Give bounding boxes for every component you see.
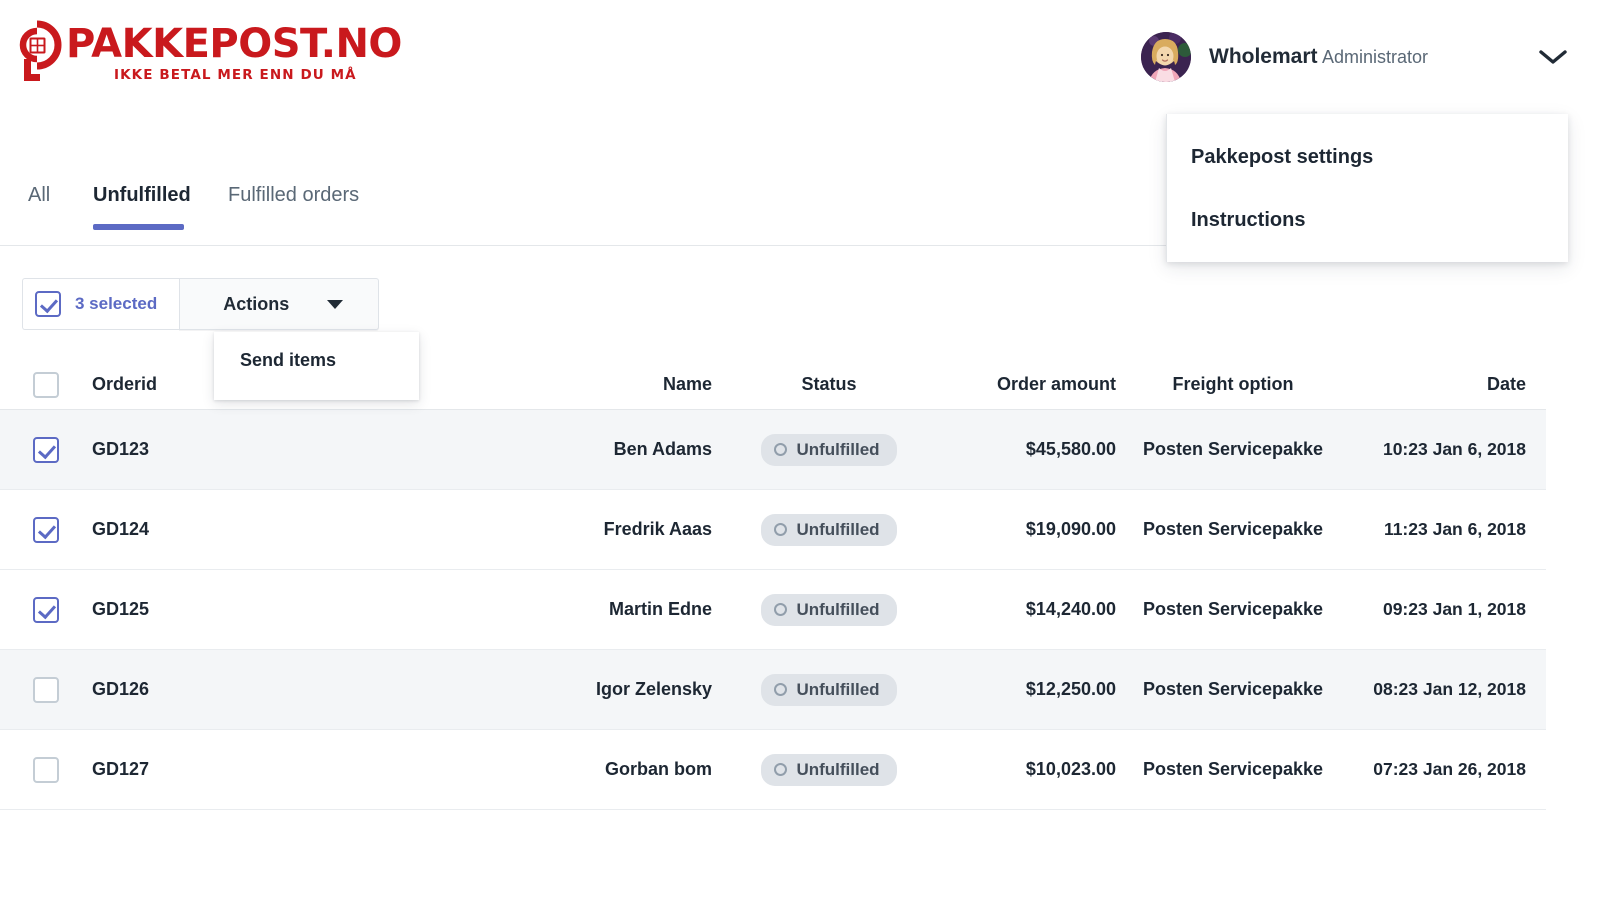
row-select-cell bbox=[0, 677, 92, 703]
actions-button[interactable]: Actions bbox=[179, 278, 379, 330]
table-row[interactable]: GD125 Martin Edne Unfulfilled $14,240.00… bbox=[0, 570, 1546, 650]
cell-status: Unfulfilled bbox=[722, 434, 936, 466]
brand-tagline: IKKE BETAL MER ENN DU MÅ bbox=[114, 69, 402, 83]
cell-order-amount: $10,023.00 bbox=[936, 759, 1128, 780]
circle-outline-icon bbox=[774, 763, 787, 776]
row-select-cell bbox=[0, 517, 92, 543]
cell-status: Unfulfilled bbox=[722, 514, 936, 546]
row-checkbox[interactable] bbox=[33, 517, 59, 543]
circle-outline-icon bbox=[774, 603, 787, 616]
actions-button-label: Actions bbox=[223, 294, 289, 315]
cell-status: Unfulfilled bbox=[722, 674, 936, 706]
status-badge-label: Unfulfilled bbox=[796, 760, 879, 780]
chevron-down-icon bbox=[327, 300, 343, 309]
circle-outline-icon bbox=[774, 683, 787, 696]
row-checkbox[interactable] bbox=[33, 597, 59, 623]
cell-status: Unfulfilled bbox=[722, 754, 936, 786]
table-row[interactable]: GD124 Fredrik Aaas Unfulfilled $19,090.0… bbox=[0, 490, 1546, 570]
orders-table: Orderid Name Status Order amount Freight… bbox=[0, 360, 1546, 810]
status-badge: Unfulfilled bbox=[761, 434, 896, 466]
cell-name: Gorban bom bbox=[302, 759, 722, 780]
column-header-date[interactable]: Date bbox=[1338, 374, 1546, 395]
row-checkbox[interactable] bbox=[33, 437, 59, 463]
user-name: Wholemart bbox=[1209, 45, 1318, 68]
brand-logo[interactable]: PAKKEPOST.NO IKKE BETAL MER ENN DU MÅ bbox=[10, 18, 402, 88]
selected-count-label: 3 selected bbox=[75, 294, 157, 314]
header-select-all-checkbox[interactable] bbox=[33, 372, 59, 398]
cell-freight-option: Posten Servicepakke bbox=[1128, 679, 1338, 700]
menu-item-send-items[interactable]: Send items bbox=[240, 350, 336, 371]
status-badge-label: Unfulfilled bbox=[796, 680, 879, 700]
cell-order-amount: $19,090.00 bbox=[936, 519, 1128, 540]
cell-date: 11:23 Jan 6, 2018 bbox=[1338, 519, 1546, 540]
cell-order-amount: $12,250.00 bbox=[936, 679, 1128, 700]
cell-orderid: GD126 bbox=[92, 679, 302, 700]
menu-item-instructions[interactable]: Instructions bbox=[1167, 209, 1305, 232]
cell-date: 10:23 Jan 6, 2018 bbox=[1338, 439, 1546, 460]
user-menu-trigger[interactable]: Wholemart Administrator bbox=[1141, 32, 1568, 82]
cell-date: 08:23 Jan 12, 2018 bbox=[1338, 679, 1546, 700]
cell-name: Martin Edne bbox=[302, 599, 722, 620]
tab-fulfilled-orders[interactable]: Fulfilled orders bbox=[228, 178, 359, 246]
status-badge-label: Unfulfilled bbox=[796, 440, 879, 460]
table-row[interactable]: GD123 Ben Adams Unfulfilled $45,580.00 P… bbox=[0, 410, 1546, 490]
status-badge-label: Unfulfilled bbox=[796, 520, 879, 540]
user-avatar-photo bbox=[1141, 32, 1191, 82]
bulk-actions-toolbar: 3 selected Actions bbox=[22, 278, 379, 330]
select-all-checkbox[interactable] bbox=[35, 291, 61, 317]
cell-orderid: GD127 bbox=[92, 759, 302, 780]
cell-name: Fredrik Aaas bbox=[302, 519, 722, 540]
tab-all[interactable]: All bbox=[28, 178, 50, 246]
row-select-cell bbox=[0, 757, 92, 783]
app-root: PAKKEPOST.NO IKKE BETAL MER ENN DU MÅ bbox=[0, 0, 1600, 900]
user-dropdown-menu: Pakkepost settings Instructions bbox=[1166, 114, 1568, 262]
row-checkbox[interactable] bbox=[33, 757, 59, 783]
cell-freight-option: Posten Servicepakke bbox=[1128, 439, 1338, 460]
cell-orderid: GD124 bbox=[92, 519, 302, 540]
active-tab-indicator bbox=[93, 224, 184, 230]
selection-group: 3 selected bbox=[22, 278, 179, 330]
actions-dropdown-menu: Send items bbox=[214, 332, 419, 400]
column-header-status[interactable]: Status bbox=[722, 374, 936, 395]
column-header-order-amount[interactable]: Order amount bbox=[936, 374, 1128, 395]
cell-orderid: GD123 bbox=[92, 439, 302, 460]
user-role: Administrator bbox=[1322, 47, 1428, 67]
cell-name: Ben Adams bbox=[302, 439, 722, 460]
circle-outline-icon bbox=[774, 443, 787, 456]
pakkepost-circular-p-logo-icon bbox=[10, 18, 64, 88]
cell-freight-option: Posten Servicepakke bbox=[1128, 759, 1338, 780]
tab-unfulfilled-label: Unfulfilled bbox=[93, 184, 191, 207]
cell-order-amount: $45,580.00 bbox=[936, 439, 1128, 460]
cell-name: Igor Zelensky bbox=[302, 679, 722, 700]
cell-date: 09:23 Jan 1, 2018 bbox=[1338, 599, 1546, 620]
cell-freight-option: Posten Servicepakke bbox=[1128, 599, 1338, 620]
app-header: PAKKEPOST.NO IKKE BETAL MER ENN DU MÅ bbox=[0, 0, 1600, 128]
menu-item-pakkepost-settings[interactable]: Pakkepost settings bbox=[1167, 146, 1373, 169]
tab-all-label: All bbox=[28, 184, 50, 207]
table-row[interactable]: GD127 Gorban bom Unfulfilled $10,023.00 … bbox=[0, 730, 1546, 810]
status-badge: Unfulfilled bbox=[761, 594, 896, 626]
cell-status: Unfulfilled bbox=[722, 594, 936, 626]
status-badge: Unfulfilled bbox=[761, 514, 896, 546]
header-select-all-cell bbox=[0, 372, 92, 398]
cell-order-amount: $14,240.00 bbox=[936, 599, 1128, 620]
brand-title: PAKKEPOST.NO bbox=[66, 24, 402, 64]
tab-fulfilled-orders-label: Fulfilled orders bbox=[228, 184, 359, 207]
cell-date: 07:23 Jan 26, 2018 bbox=[1338, 759, 1546, 780]
row-select-cell bbox=[0, 597, 92, 623]
tab-unfulfilled[interactable]: Unfulfilled bbox=[93, 178, 191, 246]
status-badge: Unfulfilled bbox=[761, 754, 896, 786]
cell-orderid: GD125 bbox=[92, 599, 302, 620]
status-badge: Unfulfilled bbox=[761, 674, 896, 706]
cell-freight-option: Posten Servicepakke bbox=[1128, 519, 1338, 540]
status-badge-label: Unfulfilled bbox=[796, 600, 879, 620]
chevron-down-icon[interactable] bbox=[1538, 48, 1568, 66]
table-row[interactable]: GD126 Igor Zelensky Unfulfilled $12,250.… bbox=[0, 650, 1546, 730]
row-select-cell bbox=[0, 437, 92, 463]
column-header-freight-option[interactable]: Freight option bbox=[1128, 374, 1338, 395]
circle-outline-icon bbox=[774, 523, 787, 536]
row-checkbox[interactable] bbox=[33, 677, 59, 703]
